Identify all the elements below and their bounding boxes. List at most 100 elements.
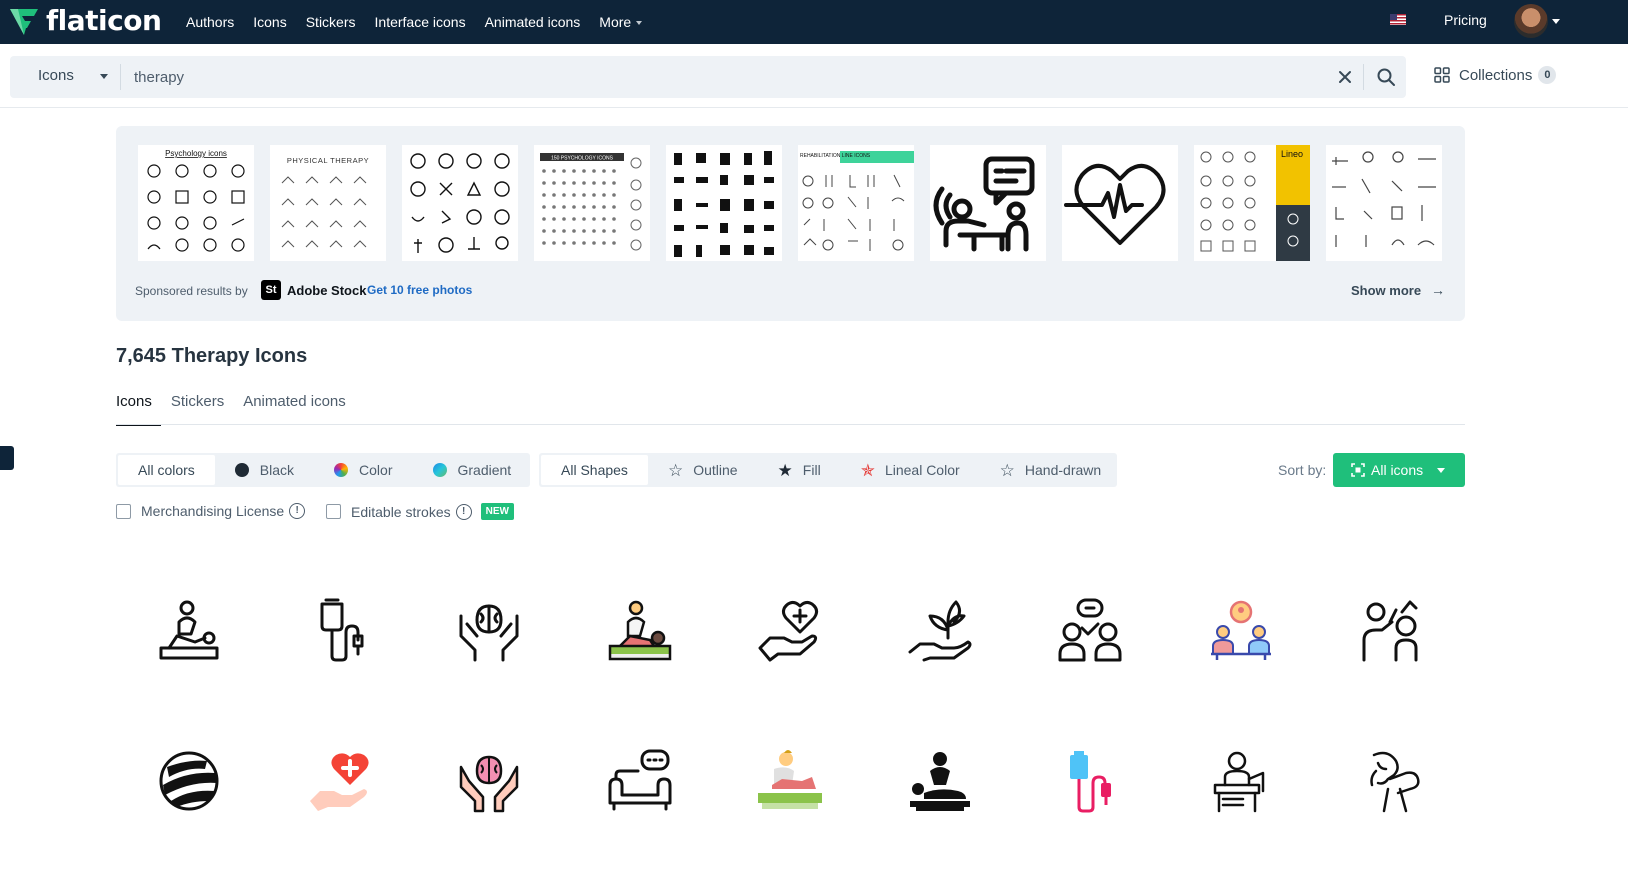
- grid-icon: [1434, 67, 1450, 83]
- flaticon-logo-icon: [10, 8, 38, 35]
- merchandising-license-option[interactable]: Merchandising License !: [116, 503, 306, 519]
- chevron-down-icon[interactable]: [1552, 19, 1560, 24]
- tab-stickers[interactable]: Stickers: [171, 393, 224, 426]
- filter-gradient-label: Gradient: [457, 462, 512, 478]
- sponsored-thumb[interactable]: [1062, 145, 1178, 261]
- result-type-tabs: Icons Stickers Animated icons: [116, 393, 365, 426]
- tab-icons[interactable]: Icons: [116, 393, 161, 426]
- page-title: 7,645 Therapy Icons: [116, 345, 308, 367]
- nav-animated-icons[interactable]: Animated icons: [485, 14, 581, 30]
- sponsored-thumb[interactable]: Psychology icons: [138, 145, 254, 261]
- filter-fill[interactable]: ★ Fill: [758, 455, 841, 485]
- sponsored-thumb[interactable]: [666, 145, 782, 261]
- brain-care-hands-icon[interactable]: [457, 598, 521, 662]
- sofa-therapy-icon[interactable]: [608, 749, 672, 813]
- filter-color[interactable]: Color: [314, 455, 412, 485]
- editable-strokes-option[interactable]: Editable strokes ! NEW: [326, 503, 514, 520]
- show-more-link[interactable]: Show more: [1351, 283, 1421, 298]
- spa-icon-set-thumbnail: [1332, 151, 1436, 247]
- shape-filter: All Shapes ☆ Outline ★ Fill ✯ Lineal Col…: [539, 453, 1117, 487]
- filter-black-label: Black: [259, 462, 295, 478]
- thumb-title: Lineo: [1281, 149, 1303, 159]
- filter-lineal-color-label: Lineal Color: [884, 462, 960, 478]
- editable-strokes-checkbox[interactable]: [326, 504, 341, 519]
- sort-select-button[interactable]: All icons: [1333, 453, 1465, 487]
- star-outline-icon: ☆: [667, 460, 684, 480]
- info-icon[interactable]: !: [289, 503, 306, 519]
- search-input[interactable]: [134, 62, 1314, 92]
- filter-all-shapes[interactable]: All Shapes: [541, 455, 648, 485]
- sponsored-thumb[interactable]: PHYSICAL THERAPY: [270, 145, 386, 261]
- brain-icon-set-thumbnail: [410, 153, 510, 253]
- nav-interface-icons[interactable]: Interface icons: [375, 14, 466, 30]
- sponsored-thumb[interactable]: [1326, 145, 1442, 261]
- filter-outline[interactable]: ☆ Outline: [648, 455, 758, 485]
- filter-black[interactable]: Black: [215, 455, 314, 485]
- neck-pain-icon[interactable]: [1360, 749, 1424, 813]
- merchandising-label: Merchandising License: [141, 503, 285, 519]
- therapy-session-color-icon[interactable]: [1209, 598, 1273, 662]
- collections-button[interactable]: Collections 0: [1434, 66, 1557, 84]
- filter-gradient[interactable]: Gradient: [413, 455, 532, 485]
- tab-animated-icons[interactable]: Animated icons: [243, 393, 346, 426]
- info-icon[interactable]: !: [455, 503, 472, 520]
- sponsored-results: Psychology icons PHYSICAL THERAPY 150 PS…: [116, 126, 1465, 321]
- brain-hands-color-icon[interactable]: [457, 749, 521, 813]
- sponsored-thumb[interactable]: Lineo: [1194, 145, 1310, 261]
- rehab-glyph-icons-thumbnail: [674, 151, 774, 257]
- flaticon-logo[interactable]: flaticon: [8, 4, 162, 37]
- ball-icon[interactable]: [157, 749, 221, 813]
- heartbeat-icon-thumbnail: [1064, 163, 1166, 245]
- filter-outline-label: Outline: [693, 462, 738, 478]
- chevron-down-icon[interactable]: [100, 74, 108, 79]
- nav-stickers[interactable]: Stickers: [306, 14, 356, 30]
- iv-drip-icon[interactable]: [308, 598, 372, 662]
- adobe-stock-logo: St: [261, 280, 281, 300]
- sponsored-thumb[interactable]: [402, 145, 518, 261]
- sort-label: Sort by:: [1278, 462, 1327, 478]
- filter-all-colors[interactable]: All colors: [118, 455, 215, 485]
- divider: [116, 424, 1465, 425]
- sponsored-thumb[interactable]: REHABILITATION LINE ICONS: [798, 145, 914, 261]
- plant-growth-hand-icon[interactable]: [908, 598, 972, 662]
- nav-more[interactable]: More: [599, 14, 642, 30]
- massage-glyph-icon[interactable]: [908, 749, 972, 813]
- counseling-icon[interactable]: [1058, 598, 1122, 662]
- physical-therapy-icon-set-thumbnail: PHYSICAL THERAPY: [281, 156, 369, 248]
- heart-hand-color-icon[interactable]: [308, 749, 372, 813]
- filter-lineal-color[interactable]: ✯ Lineal Color: [841, 455, 980, 485]
- free-photos-link[interactable]: Get 10 free photos: [367, 283, 472, 297]
- merchandising-checkbox[interactable]: [116, 503, 131, 519]
- physio-treatment-icon[interactable]: [1360, 598, 1424, 662]
- massage-color-icon[interactable]: [608, 598, 672, 662]
- collections-label: Collections: [1459, 66, 1533, 84]
- nav-pricing[interactable]: Pricing: [1444, 12, 1487, 28]
- massage-therapy-icon[interactable]: [157, 598, 221, 662]
- sponsored-thumb[interactable]: 150 PSYCHOLOGY ICONS: [534, 145, 650, 261]
- filter-color-label: Color: [359, 462, 393, 478]
- adobe-stock-name: Adobe Stock: [287, 283, 367, 298]
- massage-color-2-icon[interactable]: [758, 749, 822, 813]
- sponsored-thumb[interactable]: [930, 145, 1046, 261]
- feedback-tab[interactable]: [0, 446, 14, 470]
- iv-drip-color-icon[interactable]: [1058, 749, 1122, 813]
- heart-care-hand-icon[interactable]: [758, 598, 822, 662]
- us-flag-icon[interactable]: [1390, 14, 1406, 25]
- gradient-dot-icon: [432, 463, 447, 477]
- search-bar: Icons: [10, 56, 1406, 98]
- therapist-desk-icon[interactable]: [1209, 749, 1273, 813]
- chevron-down-icon: [1437, 467, 1446, 473]
- arrow-right-icon[interactable]: →: [1431, 282, 1445, 298]
- search-icon[interactable]: [1376, 67, 1396, 87]
- nav-icons[interactable]: Icons: [253, 14, 286, 30]
- sort-value: All icons: [1371, 462, 1424, 478]
- divider: [1363, 64, 1364, 90]
- logo-text: flaticon: [46, 4, 162, 37]
- nav-authors[interactable]: Authors: [186, 14, 234, 30]
- search-type-select[interactable]: Icons: [38, 67, 74, 84]
- close-icon[interactable]: [1336, 68, 1354, 86]
- filter-hand-drawn[interactable]: ☆ Hand-drawn: [980, 455, 1122, 485]
- editable-strokes-label: Editable strokes: [351, 503, 451, 520]
- thumb-title: REHABILITATION LINE ICONS: [800, 153, 871, 159]
- user-avatar[interactable]: [1514, 4, 1548, 38]
